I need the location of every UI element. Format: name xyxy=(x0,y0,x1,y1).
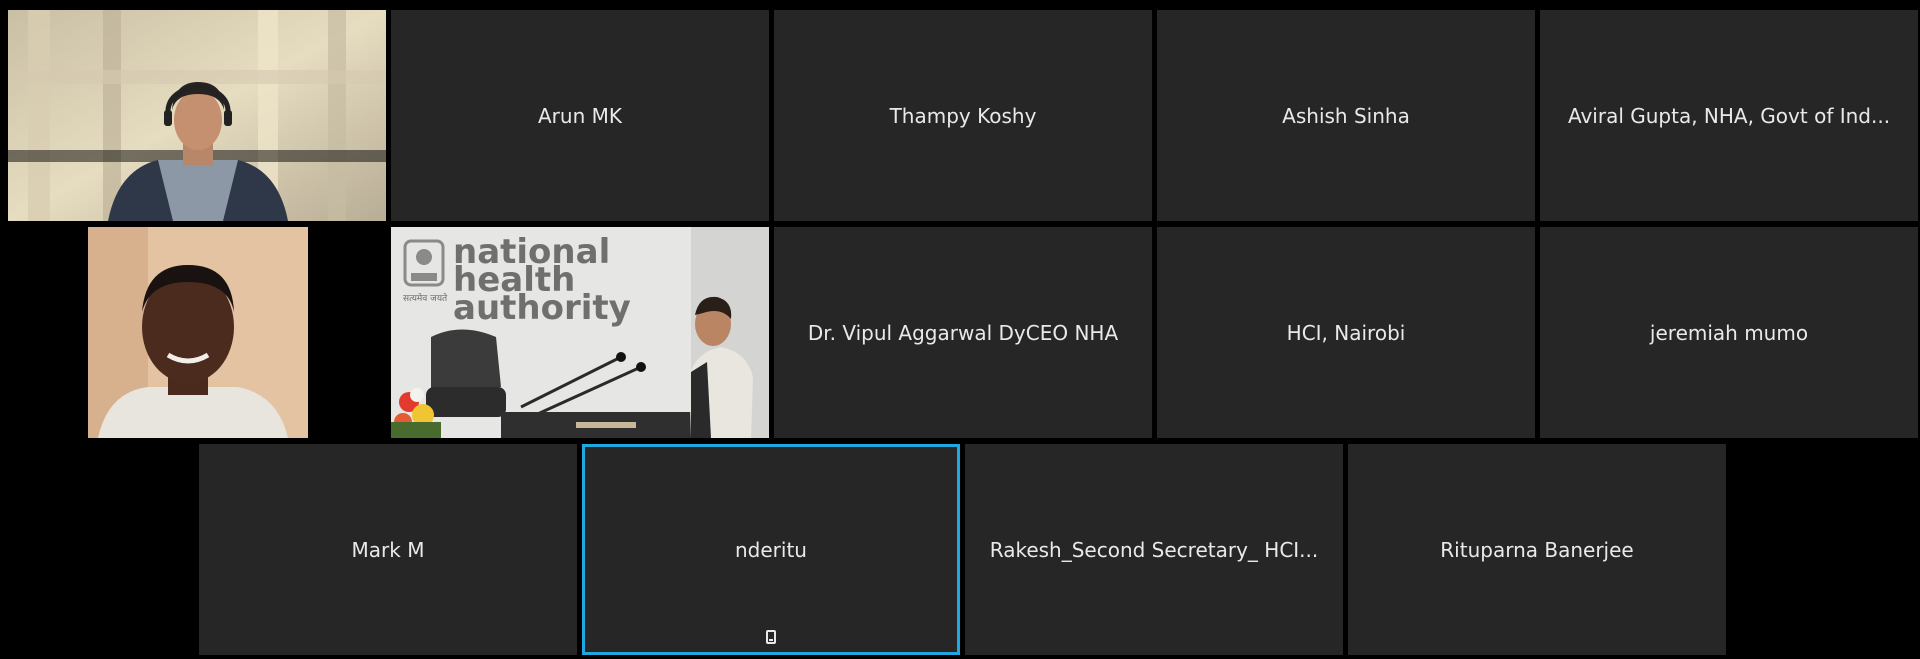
participant-video-feed xyxy=(8,227,386,438)
video-tile-nha-studio[interactable]: सत्यमेव जयते national health authority xyxy=(391,227,769,438)
participant-tile-aviral-gupta[interactable]: Aviral Gupta, NHA, Govt of Ind... xyxy=(1540,10,1918,221)
emblem-motto: सत्यमेव जयते xyxy=(403,292,448,304)
participant-name: Rakesh_Second Secretary_ HCI... xyxy=(989,537,1319,562)
participant-name: Rituparna Banerjee xyxy=(1440,537,1634,562)
participant-tile-rakesh-second-secretary[interactable]: Rakesh_Second Secretary_ HCI... xyxy=(965,444,1343,655)
video-tile-participant-2[interactable] xyxy=(8,227,386,438)
participant-tile-arun-mk[interactable]: Arun MK xyxy=(391,10,769,221)
participant-tile-thampy-koshy[interactable]: Thampy Koshy xyxy=(774,10,1152,221)
participant-name: jeremiah mumo xyxy=(1649,320,1809,345)
participant-name: nderitu xyxy=(735,537,807,562)
video-tile-participant-1[interactable] xyxy=(8,10,386,221)
mobile-phone-icon xyxy=(766,630,776,644)
participant-tile-nderitu-active-speaker[interactable]: nderitu xyxy=(582,444,960,655)
nha-studio-video-feed: सत्यमेव जयते national health authority xyxy=(391,227,769,438)
participant-tile-rituparna-banerjee[interactable]: Rituparna Banerjee xyxy=(1348,444,1726,655)
participant-video-feed xyxy=(8,10,386,221)
participant-name: Mark M xyxy=(351,537,425,562)
participant-name: Dr. Vipul Aggarwal DyCEO NHA xyxy=(807,320,1119,345)
participant-name: Thampy Koshy xyxy=(889,103,1037,128)
nha-logo-line3: authority xyxy=(453,288,631,328)
participant-tile-hci-nairobi[interactable]: HCI, Nairobi xyxy=(1157,227,1535,438)
participant-name: Aviral Gupta, NHA, Govt of Ind... xyxy=(1567,103,1891,128)
participant-tile-jeremiah-mumo[interactable]: jeremiah mumo xyxy=(1540,227,1918,438)
participant-tile-ashish-sinha[interactable]: Ashish Sinha xyxy=(1157,10,1535,221)
participant-tile-mark-m[interactable]: Mark M xyxy=(199,444,577,655)
participant-name: Arun MK xyxy=(538,103,622,128)
participant-tile-dr-vipul-aggarwal[interactable]: Dr. Vipul Aggarwal DyCEO NHA xyxy=(774,227,1152,438)
participant-name: Ashish Sinha xyxy=(1282,103,1410,128)
participant-name: HCI, Nairobi xyxy=(1286,320,1406,345)
